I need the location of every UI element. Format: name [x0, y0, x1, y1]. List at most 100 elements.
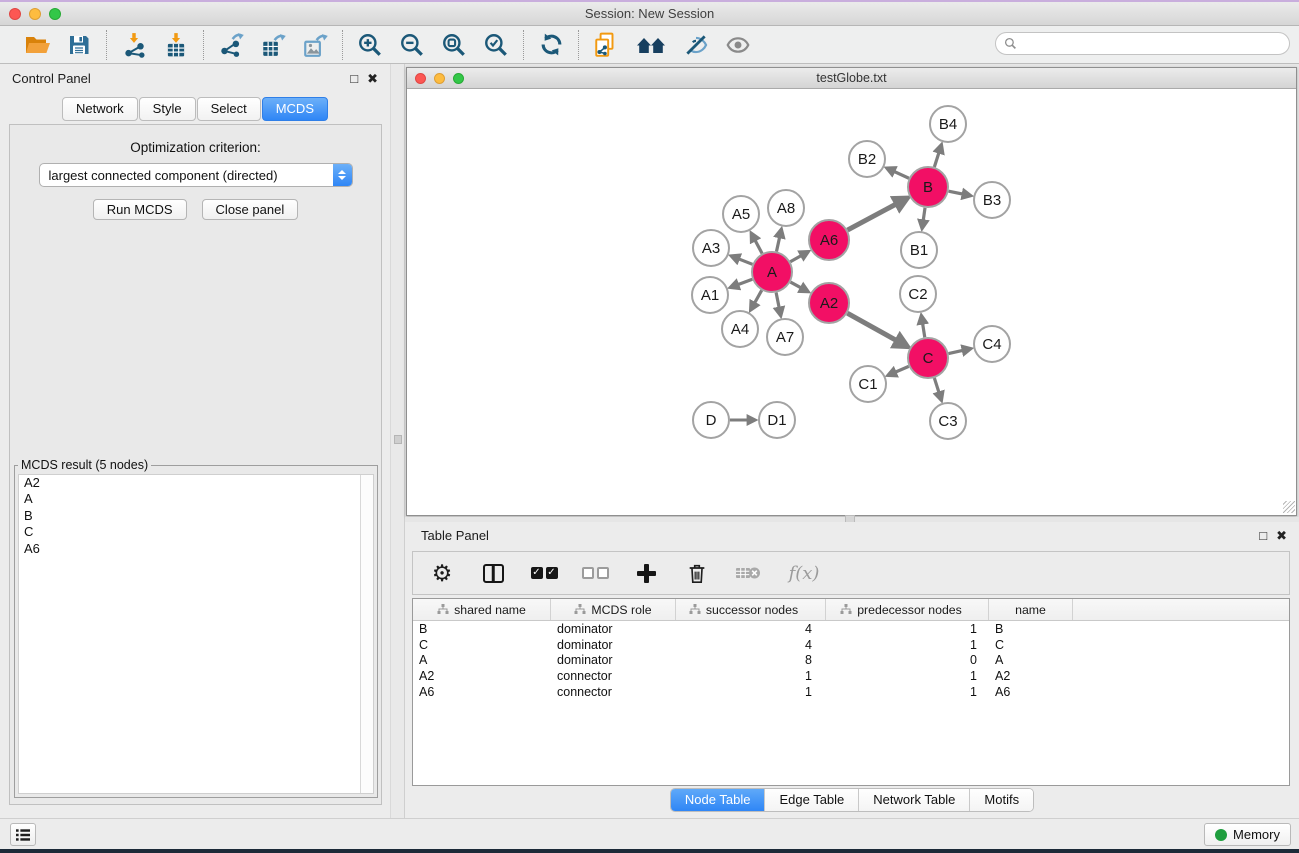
first-neighbors-icon[interactable] [634, 31, 668, 59]
close-panel-icon[interactable]: ✖ [367, 72, 378, 85]
graph-edge[interactable] [776, 293, 781, 316]
table-cell[interactable]: 8 [676, 653, 826, 667]
search-input[interactable] [1022, 35, 1289, 53]
table-cell[interactable]: dominator [551, 622, 676, 636]
graph-edge[interactable] [790, 282, 807, 292]
float-table-panel-icon[interactable]: □ [1259, 529, 1267, 542]
column-header-mcds-role[interactable]: MCDS role [551, 599, 676, 620]
result-list-item[interactable]: A [19, 491, 373, 507]
table-cell[interactable]: B [989, 622, 1073, 636]
zoom-fit-icon[interactable] [440, 31, 468, 59]
close-table-panel-icon[interactable]: ✖ [1276, 529, 1287, 542]
import-network-icon[interactable] [120, 31, 148, 59]
result-list-item[interactable]: A2 [19, 475, 373, 491]
save-session-icon[interactable] [65, 31, 93, 59]
task-history-button[interactable] [10, 823, 36, 846]
graph-edge[interactable] [949, 191, 971, 195]
column-view-icon[interactable] [480, 560, 506, 586]
close-panel-button[interactable]: Close panel [202, 199, 299, 220]
memory-button[interactable]: Memory [1204, 823, 1291, 846]
tab-edge-table[interactable]: Edge Table [764, 789, 858, 811]
graph-edge[interactable] [848, 198, 907, 230]
table-cell[interactable]: connector [551, 685, 676, 699]
table-cell[interactable]: 1 [826, 685, 989, 699]
graph-edge[interactable] [751, 233, 762, 253]
deselect-all-icon[interactable] [582, 560, 608, 586]
table-cell[interactable]: B [413, 622, 551, 636]
graph-edge[interactable] [922, 208, 925, 228]
zoom-in-icon[interactable] [356, 31, 384, 59]
clone-network-icon[interactable] [592, 31, 620, 59]
result-list-item[interactable]: A6 [19, 541, 373, 557]
window-resize-grip[interactable] [1283, 501, 1295, 513]
delete-table-icon[interactable] [684, 560, 710, 586]
mcds-result-list[interactable]: A2ABCA6 [18, 474, 374, 794]
result-scrollbar[interactable] [360, 475, 373, 793]
graph-edge[interactable] [847, 313, 907, 346]
export-table-icon[interactable] [259, 31, 287, 59]
divider-grip[interactable] [394, 435, 402, 444]
run-mcds-button[interactable]: Run MCDS [93, 199, 187, 220]
export-network-icon[interactable] [217, 31, 245, 59]
tab-motifs[interactable]: Motifs [969, 789, 1033, 811]
tab-network-table[interactable]: Network Table [858, 789, 969, 811]
column-header-shared-name[interactable]: shared name [413, 599, 551, 620]
table-cell[interactable]: A6 [413, 685, 551, 699]
add-column-icon[interactable] [633, 560, 659, 586]
table-cell[interactable]: 1 [826, 638, 989, 652]
refresh-layout-icon[interactable] [537, 31, 565, 59]
table-cell[interactable]: 1 [826, 622, 989, 636]
table-row[interactable]: Bdominator41B [413, 621, 1289, 637]
table-row[interactable]: A2connector11A2 [413, 668, 1289, 684]
table-cell[interactable]: connector [551, 669, 676, 683]
graph-edge[interactable] [776, 229, 781, 251]
column-header-successor-nodes[interactable]: successor nodes [676, 599, 826, 620]
search-field[interactable] [995, 32, 1290, 55]
graph-edge[interactable] [887, 168, 909, 178]
table-cell[interactable]: A6 [989, 685, 1073, 699]
table-cell[interactable]: A [989, 653, 1073, 667]
criterion-select[interactable]: largest connected component (directed) [39, 163, 353, 187]
graph-edge[interactable] [921, 316, 924, 338]
graph-edge[interactable] [949, 349, 971, 354]
column-header-name[interactable]: name [989, 599, 1073, 620]
graph-edge[interactable] [751, 290, 762, 310]
graph-edge[interactable] [888, 366, 909, 375]
tab-node-table[interactable]: Node Table [671, 789, 765, 811]
table-cell[interactable]: 4 [676, 638, 826, 652]
float-panel-icon[interactable]: □ [350, 72, 358, 85]
table-cell[interactable]: C [989, 638, 1073, 652]
hide-selected-icon[interactable] [682, 31, 710, 59]
table-row[interactable]: Cdominator41C [413, 637, 1289, 653]
table-row[interactable]: A6connector11A6 [413, 684, 1289, 700]
tab-select[interactable]: Select [197, 97, 261, 121]
table-cell[interactable]: dominator [551, 638, 676, 652]
table-cell[interactable]: 1 [676, 685, 826, 699]
tab-mcds[interactable]: MCDS [262, 97, 328, 121]
table-cell[interactable]: 4 [676, 622, 826, 636]
graph-edge[interactable] [731, 279, 753, 287]
zoom-selected-icon[interactable] [482, 31, 510, 59]
network-canvas[interactable]: B4B2BB3A8A5A6A3B1AC2A1A2A4A7C4CC1DC3D1 [407, 89, 1296, 514]
table-settings-icon[interactable]: ⚙ [429, 560, 455, 586]
table-row[interactable]: Adominator80A [413, 653, 1289, 669]
table-cell[interactable]: A2 [413, 669, 551, 683]
show-all-icon[interactable] [724, 31, 752, 59]
table-cell[interactable]: A2 [989, 669, 1073, 683]
result-list-item[interactable]: B [19, 508, 373, 524]
network-window-titlebar[interactable]: testGlobe.txt [407, 68, 1296, 89]
import-table-icon[interactable] [162, 31, 190, 59]
graph-edge[interactable] [934, 378, 941, 400]
table-cell[interactable]: 1 [826, 669, 989, 683]
tab-network[interactable]: Network [62, 97, 138, 121]
table-cell[interactable]: C [413, 638, 551, 652]
column-header-predecessor-nodes[interactable]: predecessor nodes [826, 599, 989, 620]
select-all-icon[interactable]: ✓✓ [531, 560, 557, 586]
open-session-icon[interactable] [23, 31, 51, 59]
table-body[interactable]: Bdominator41BCdominator41CAdominator80AA… [413, 621, 1289, 700]
table-cell[interactable]: 0 [826, 653, 989, 667]
zoom-out-icon[interactable] [398, 31, 426, 59]
table-cell[interactable]: dominator [551, 653, 676, 667]
vertical-split-divider[interactable] [390, 64, 405, 818]
function-builder-icon[interactable]: f(x) [786, 560, 822, 586]
